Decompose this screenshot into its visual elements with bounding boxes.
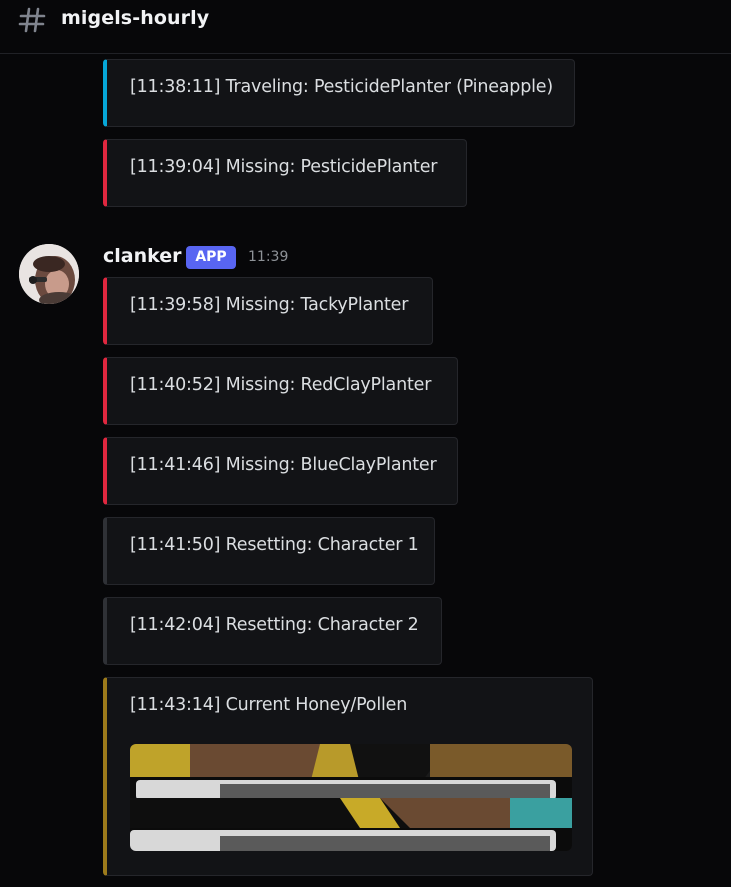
embed-text: [11:41:46] Missing: BlueClayPlanter <box>130 455 437 475</box>
embed-card: [11:42:04] Resetting: Character 2 <box>103 597 442 665</box>
embed-text: [11:39:04] Missing: PesticidePlanter <box>130 157 438 177</box>
author-name[interactable]: clanker <box>103 245 182 267</box>
embed-text: [11:42:04] Resetting: Character 2 <box>130 615 419 635</box>
avatar-image <box>19 244 79 304</box>
embed-card: [11:39:58] Missing: TackyPlanter <box>103 277 433 345</box>
channel-header: migels-hourly <box>0 0 731 54</box>
channel-name[interactable]: migels-hourly <box>61 7 209 29</box>
avatar[interactable] <box>19 244 79 304</box>
embed-text: [11:39:58] Missing: TackyPlanter <box>130 295 409 315</box>
embed-text: [11:38:11] Traveling: PesticidePlanter (… <box>130 77 553 97</box>
embed-text: [11:41:50] Resetting: Character 1 <box>130 535 419 555</box>
timestamp[interactable]: 11:39 <box>248 249 288 265</box>
embed-card: [11:40:52] Missing: RedClayPlanter <box>103 357 458 425</box>
embed-text: [11:40:52] Missing: RedClayPlanter <box>130 375 432 395</box>
embed-card: [11:41:46] Missing: BlueClayPlanter <box>103 437 458 505</box>
game-screenshot-image <box>130 744 572 851</box>
app-badge: APP <box>186 246 236 269</box>
embed-card: [11:38:11] Traveling: PesticidePlanter (… <box>103 59 575 127</box>
embed-card: [11:39:04] Missing: PesticidePlanter <box>103 139 467 207</box>
hash-icon <box>18 7 46 33</box>
embed-card: [11:41:50] Resetting: Character 1 <box>103 517 435 585</box>
embed-card: [11:43:14] Current Honey/Pollen <box>103 677 593 876</box>
embed-text: [11:43:14] Current Honey/Pollen <box>130 695 408 715</box>
embed-image[interactable] <box>130 744 572 851</box>
